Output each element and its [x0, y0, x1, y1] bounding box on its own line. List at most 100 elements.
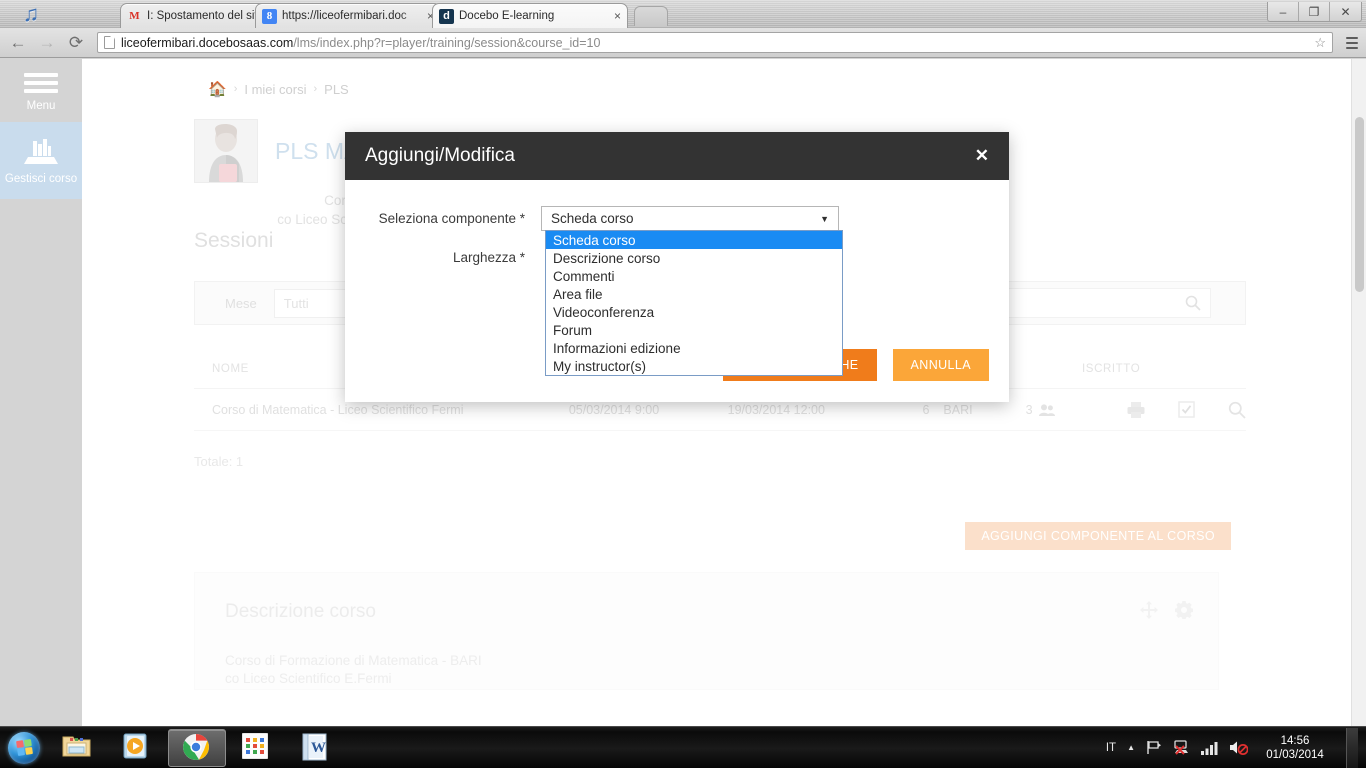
url-host: liceofermibari.docebosaas.com: [121, 35, 294, 50]
description-panel-tools: [1140, 601, 1193, 619]
sidebar-item-gestisci-corso-label: Gestisci corso: [4, 172, 78, 185]
search-icon[interactable]: [1228, 401, 1246, 419]
taskbar-item-word[interactable]: W: [288, 729, 346, 767]
gear-icon[interactable]: [1175, 601, 1193, 619]
component-select[interactable]: Scheda corso ▼: [541, 206, 839, 231]
checkbox-icon[interactable]: [1178, 401, 1195, 418]
breadcrumb-item-miei-corsi[interactable]: I miei corsi: [244, 82, 306, 97]
month-filter-value: Tutti: [283, 295, 309, 311]
google-icon: 8: [262, 8, 277, 24]
component-select-dropdown[interactable]: Scheda corso Descrizione corso Commenti …: [545, 230, 843, 376]
page-document-icon: [104, 36, 115, 49]
tray-language[interactable]: IT: [1106, 742, 1116, 754]
explorer-icon: [62, 733, 92, 763]
bookmark-star-icon[interactable]: ☆: [1314, 35, 1326, 51]
sessions-heading: Sessioni: [194, 229, 274, 252]
browser-toolbar: ← → ⟳ liceofermibari.docebosaas.com /lms…: [0, 28, 1366, 58]
start-orb-icon: [8, 731, 40, 764]
taskbar-item-chrome[interactable]: [168, 728, 226, 767]
sessions-search-input[interactable]: [983, 288, 1211, 318]
dropdown-option-5[interactable]: Forum: [546, 321, 842, 339]
forward-button[interactable]: →: [37, 34, 57, 51]
breadcrumb-separator: ›: [233, 83, 238, 95]
field-seleziona-componente: Seleziona componente * Scheda corso ▼: [345, 206, 1009, 231]
network-error-icon[interactable]: [1173, 740, 1190, 755]
breadcrumb-item-pls[interactable]: PLS: [324, 82, 349, 97]
print-icon[interactable]: [1127, 401, 1145, 418]
description-line-2: co Liceo Scientifico E.Fermi: [225, 671, 392, 686]
column-header-iscritto: ISCRITTO: [1082, 362, 1141, 375]
volume-muted-icon[interactable]: [1229, 740, 1248, 755]
dropdown-option-2[interactable]: Commenti: [546, 267, 842, 285]
course-header: PLS MA: [194, 119, 359, 183]
page-scrollbar[interactable]: [1351, 59, 1366, 726]
chevron-down-icon[interactable]: ▼: [820, 214, 829, 224]
page-scrollbar-thumb[interactable]: [1355, 117, 1364, 292]
music-note-icon: ♫: [22, 1, 40, 26]
minimize-button[interactable]: –: [1268, 2, 1299, 21]
modal-header: Aggiungi/Modifica ✕: [345, 132, 1009, 180]
back-button[interactable]: ←: [8, 34, 28, 51]
cell-iscritto: 3: [1026, 403, 1105, 417]
cell-actions: [1105, 401, 1246, 419]
avatar: [194, 119, 258, 183]
sidebar-item-gestisci-corso[interactable]: Gestisci corso: [0, 122, 82, 199]
dropdown-option-4[interactable]: Videoconferenza: [546, 303, 842, 321]
add-component-button[interactable]: AGGIUNGI COMPONENTE AL CORSO: [965, 522, 1231, 550]
browser-tab-3[interactable]: d Docebo E-learning ×: [432, 3, 628, 28]
tab-strip: ♫ M I: Spostamento del sito de × 8 https…: [0, 0, 1366, 28]
chrome-menu-icon[interactable]: [1342, 36, 1358, 49]
cell-numero: 6: [922, 402, 930, 417]
month-filter-label: Mese: [225, 295, 257, 311]
breadcrumb: 🏠 › I miei corsi › PLS: [208, 80, 349, 98]
dropdown-option-1[interactable]: Descrizione corso: [546, 249, 842, 267]
browser-tab-2-title: https://liceofermibari.doc: [282, 10, 407, 22]
chrome-icon: [182, 733, 212, 763]
url-path: /lms/index.php?r=player/training/session…: [293, 35, 601, 50]
dropdown-option-7[interactable]: My instructor(s): [546, 357, 842, 375]
close-button[interactable]: ✕: [1330, 2, 1361, 21]
modal-title: Aggiungi/Modifica: [365, 145, 515, 166]
restore-button[interactable]: ❐: [1299, 2, 1330, 21]
cell-data-inizio: 05/03/2014 9:00: [568, 402, 660, 417]
svg-text:W: W: [311, 740, 326, 756]
users-icon: [1038, 403, 1055, 416]
sidebar: Menu Gestisci corso: [0, 59, 82, 199]
component-select-value: Scheda corso: [551, 211, 634, 226]
cell-luogo: BARI: [943, 402, 973, 417]
dropdown-option-6[interactable]: Informazioni edizione: [546, 339, 842, 357]
total-label: Totale: 1: [194, 454, 244, 469]
taskbar-item-explorer[interactable]: [48, 729, 106, 767]
clock[interactable]: 14:56 01/03/2014: [1259, 734, 1331, 762]
search-icon[interactable]: [1185, 295, 1201, 311]
window-controls: – ❐ ✕: [1267, 2, 1362, 22]
start-button[interactable]: [2, 730, 46, 766]
close-icon[interactable]: ✕: [975, 146, 989, 166]
browser-tab-3-close[interactable]: ×: [614, 10, 621, 22]
show-hidden-icons-button[interactable]: ▲: [1127, 743, 1135, 752]
flag-icon[interactable]: [1146, 740, 1162, 755]
browser-tab-2[interactable]: 8 https://liceofermibari.doc ×: [255, 3, 441, 28]
books-icon: [24, 137, 58, 167]
dropdown-option-3[interactable]: Area file: [546, 285, 842, 303]
signal-bars-icon[interactable]: [1201, 741, 1218, 755]
breadcrumb-separator-2: ›: [313, 83, 318, 95]
sidebar-item-menu[interactable]: Menu: [0, 59, 82, 122]
cancel-button[interactable]: ANNULLA: [892, 349, 989, 381]
media-player-icon: [122, 733, 152, 763]
cell-iscritto-count: 3: [1025, 402, 1033, 417]
taskbar-item-media-player[interactable]: [108, 729, 166, 767]
clock-time: 14:56: [1280, 734, 1310, 747]
cell-data-fine: 19/03/2014 12:00: [727, 402, 825, 417]
dropdown-option-0[interactable]: Scheda corso: [546, 231, 842, 249]
new-tab-button[interactable]: [634, 6, 668, 26]
address-bar[interactable]: liceofermibari.docebosaas.com /lms/index…: [97, 32, 1333, 53]
system-tray: IT ▲ 14:56 01/03/2014: [1106, 727, 1366, 768]
cell-nome: Corso di Matematica - Liceo Scientifico …: [212, 402, 464, 417]
home-icon[interactable]: 🏠: [208, 80, 227, 98]
move-icon[interactable]: [1140, 601, 1158, 619]
show-desktop-button[interactable]: [1346, 727, 1358, 768]
taskbar-item-apps-grid[interactable]: [228, 729, 286, 767]
reload-button[interactable]: ⟳: [66, 34, 86, 51]
apps-grid-icon: [242, 732, 272, 763]
